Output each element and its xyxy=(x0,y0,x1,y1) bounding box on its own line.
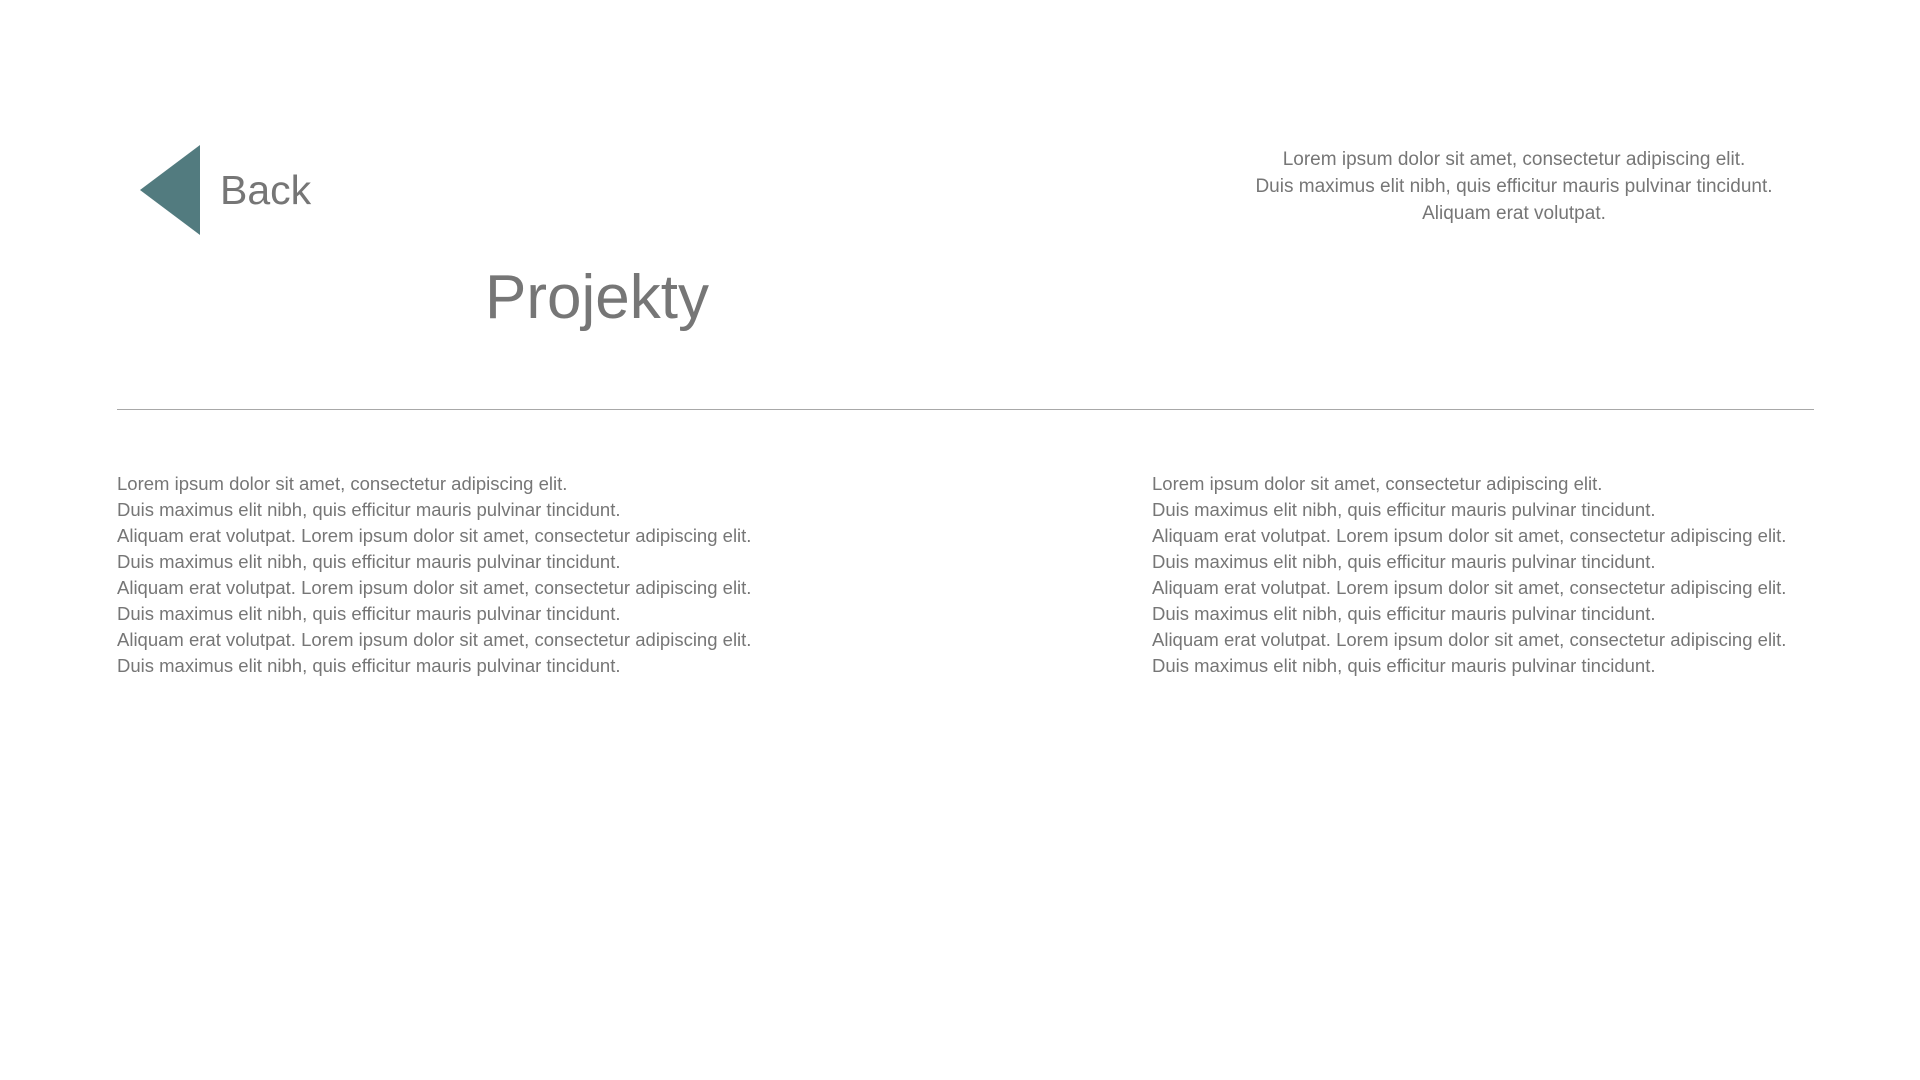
text-line: Aliquam erat volutpat. Lorem ipsum dolor… xyxy=(117,577,752,598)
text-line: Duis maximus elit nibh, quis efficitur m… xyxy=(117,655,621,676)
intro-line: Aliquam erat volutpat. xyxy=(1422,203,1606,224)
text-line: Aliquam erat volutpat. Lorem ipsum dolor… xyxy=(117,629,752,650)
text-line: Duis maximus elit nibh, quis efficitur m… xyxy=(117,551,621,572)
text-line: Lorem ipsum dolor sit amet, consectetur … xyxy=(117,473,568,494)
text-line: Duis maximus elit nibh, quis efficitur m… xyxy=(117,499,621,520)
intro-line: Lorem ipsum dolor sit amet, consectetur … xyxy=(1282,149,1746,170)
text-line: Aliquam erat volutpat. Lorem ipsum dolor… xyxy=(1152,629,1787,650)
left-text-column: Lorem ipsum dolor sit amet, consectetur … xyxy=(117,471,751,679)
divider xyxy=(117,409,1814,410)
text-line: Duis maximus elit nibh, quis efficitur m… xyxy=(1152,655,1656,676)
triangle-left-icon xyxy=(140,145,200,235)
back-label: Back xyxy=(220,167,312,213)
text-line: Aliquam erat volutpat. Lorem ipsum dolor… xyxy=(117,525,752,546)
text-line: Duis maximus elit nibh, quis efficitur m… xyxy=(1152,551,1656,572)
text-line: Aliquam erat volutpat. Lorem ipsum dolor… xyxy=(1152,577,1787,598)
text-line: Duis maximus elit nibh, quis efficitur m… xyxy=(1152,499,1656,520)
text-line: Duis maximus elit nibh, quis efficitur m… xyxy=(1152,603,1656,624)
text-line: Duis maximus elit nibh, quis efficitur m… xyxy=(117,603,621,624)
intro-line: Duis maximus elit nibh, quis efficitur m… xyxy=(1255,176,1773,197)
back-button[interactable]: Back xyxy=(140,145,311,235)
intro-text: Lorem ipsum dolor sit amet, consectetur … xyxy=(1214,146,1814,227)
text-line: Lorem ipsum dolor sit amet, consectetur … xyxy=(1152,473,1603,494)
right-text-column: Lorem ipsum dolor sit amet, consectetur … xyxy=(1152,471,1786,679)
page-title: Projekty xyxy=(485,263,709,332)
back-arrow-shape xyxy=(140,145,200,235)
text-line: Aliquam erat volutpat. Lorem ipsum dolor… xyxy=(1152,525,1787,546)
